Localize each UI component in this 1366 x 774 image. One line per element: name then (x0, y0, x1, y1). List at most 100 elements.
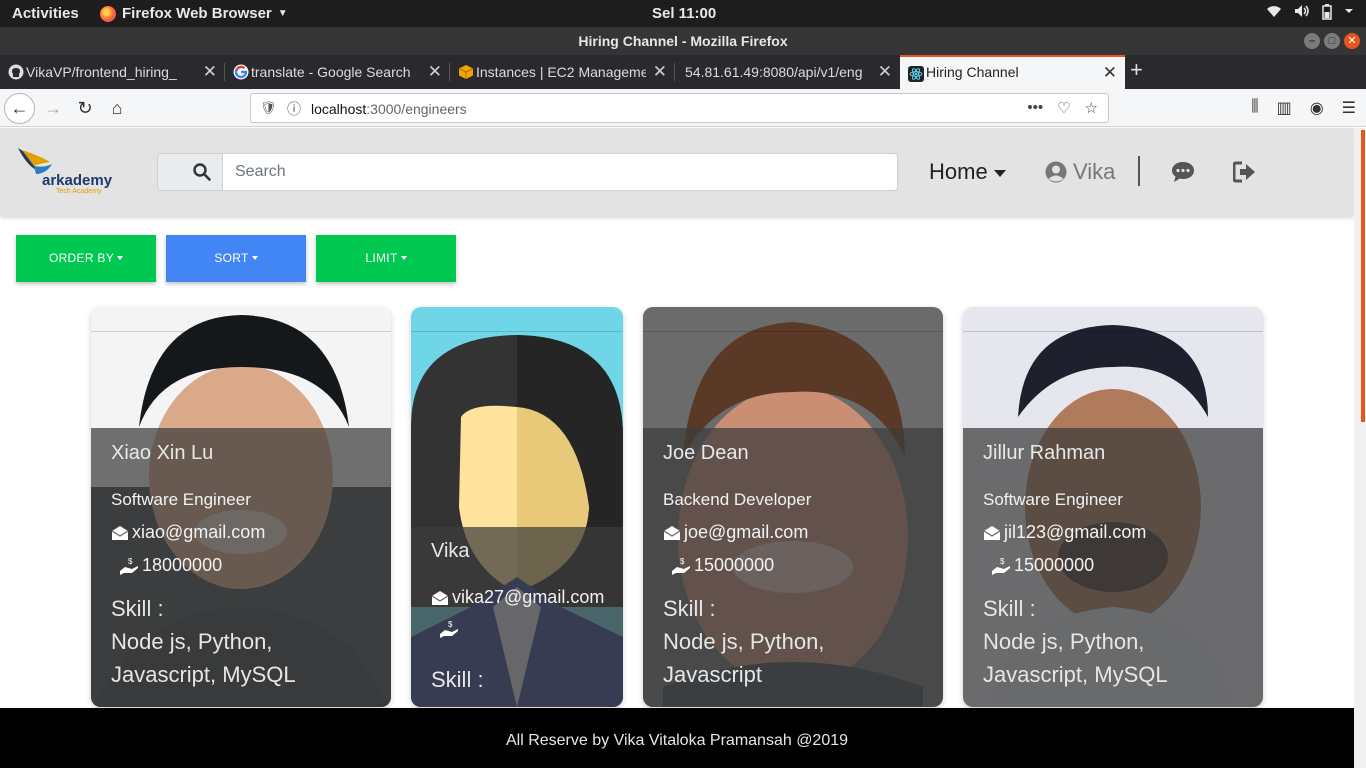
engineer-salary: 18000000 (142, 555, 223, 575)
pocket-icon[interactable]: ♡ (1057, 99, 1070, 117)
maximize-button[interactable]: □ (1324, 33, 1340, 49)
tab-strip: VikaVP/frontend_hiring_ ✕ translate - Go… (0, 55, 1366, 89)
brand-name: arkademy (42, 172, 113, 189)
svg-text:$: $ (1000, 557, 1005, 566)
page-actions-icon[interactable]: ••• (1027, 99, 1043, 117)
close-tab-icon[interactable]: ✕ (428, 55, 442, 89)
app-menu-label: Firefox Web Browser (122, 5, 272, 22)
engineer-salary-row: $ 18000000 (119, 555, 222, 576)
engineer-skills: Node js, Python, Javascript, MySQL (111, 629, 296, 687)
engineer-role: Software Engineer (111, 490, 251, 509)
react-icon (908, 66, 924, 82)
wifi-icon (1267, 6, 1281, 17)
site-info-icon[interactable]: ⓘ (287, 99, 301, 119)
system-top-bar: Activities Firefox Web Browser ▼ Sel 11:… (0, 0, 1366, 27)
search-button[interactable] (158, 154, 223, 190)
engineer-salary-row: $ 15000000 (671, 555, 774, 576)
forward-button[interactable]: → (42, 97, 64, 119)
volume-icon (1295, 5, 1309, 17)
back-button[interactable]: ← (4, 93, 35, 124)
search-icon (193, 163, 211, 181)
header-divider (1138, 156, 1140, 186)
envelope-open-icon (663, 525, 681, 540)
tab-ec2[interactable]: Instances | EC2 Management ✕ (450, 55, 675, 89)
engineer-email-row: joe@gmail.com (663, 522, 808, 543)
library-icon[interactable]: ⫼ (1251, 98, 1258, 118)
envelope-open-icon (431, 590, 449, 605)
chevron-down-icon: ▼ (277, 8, 288, 19)
logout-icon[interactable] (1233, 161, 1257, 183)
tab-github[interactable]: VikaVP/frontend_hiring_ ✕ (0, 55, 225, 89)
engineer-email-row: xiao@gmail.com (111, 522, 265, 543)
minimize-button[interactable]: – (1304, 33, 1320, 49)
brand-subtitle: Tech Academy (56, 188, 102, 195)
chat-icon[interactable] (1171, 161, 1195, 183)
bookmark-star-icon[interactable]: ☆ (1085, 99, 1098, 117)
engineer-email: joe@gmail.com (684, 522, 809, 542)
engineer-card[interactable]: Vika vika27@gmail.com $ Skill : (411, 307, 623, 707)
reload-button[interactable]: ↻ (74, 97, 96, 119)
account-icon[interactable]: ◉ (1310, 98, 1324, 118)
order-by-button[interactable]: ORDER BY (16, 235, 156, 282)
system-menu-icon (1345, 9, 1353, 13)
caret-down-icon (993, 169, 1006, 177)
skill-label: Skill : (431, 667, 484, 692)
caret-down-icon (251, 255, 258, 260)
tab-label: translate - Google Search (251, 64, 411, 80)
engineer-email: jil123@gmail.com (1004, 522, 1147, 542)
hand-money-icon: $ (672, 557, 690, 575)
engineer-card[interactable]: Jillur Rahman Software Engineer jil123@g… (963, 307, 1263, 707)
address-bar[interactable]: 🛡 ⓘ localhost:3000/engineers ••• ♡ ☆ (250, 93, 1109, 123)
sidebar-icon[interactable]: ▥ (1277, 98, 1292, 118)
engineer-email-row: jil123@gmail.com (983, 522, 1146, 543)
engineer-salary: 15000000 (1014, 555, 1095, 575)
engineer-card[interactable]: Joe Dean Backend Developer joe@gmail.com… (643, 307, 943, 707)
caret-down-icon (117, 255, 124, 260)
user-profile-link[interactable]: Vika (1045, 159, 1115, 185)
tab-google[interactable]: translate - Google Search ✕ (225, 55, 450, 89)
engineer-role: Backend Developer (663, 490, 812, 509)
close-tab-icon[interactable]: ✕ (203, 55, 217, 89)
engineer-name[interactable]: Joe Dean (663, 442, 749, 465)
engineer-card[interactable]: Xiao Xin Lu Software Engineer xiao@gmail… (91, 307, 391, 707)
system-tray[interactable] (1266, 4, 1354, 20)
tracking-shield-icon[interactable]: 🛡 (260, 100, 277, 116)
engineer-email-row: vika27@gmail.com (431, 587, 604, 608)
new-tab-button[interactable]: + (1130, 57, 1143, 83)
close-tab-icon[interactable]: ✕ (653, 55, 667, 89)
engineer-salary-row: $ (439, 620, 462, 638)
tab-hiring-channel[interactable]: Hiring Channel ✕ (900, 55, 1125, 89)
sort-button[interactable]: SORT (166, 235, 306, 282)
tab-label: Instances | EC2 Management (476, 64, 646, 80)
engineer-salary-row: $ 15000000 (991, 555, 1094, 576)
scrollbar-thumb[interactable] (1361, 130, 1365, 422)
arkademy-logo[interactable]: arkademy Tech Academy (16, 146, 128, 198)
close-tab-icon[interactable]: ✕ (878, 55, 892, 89)
close-window-button[interactable]: ✕ (1344, 33, 1360, 49)
search-input[interactable] (223, 154, 897, 190)
app-menu[interactable]: Firefox Web Browser ▼ (100, 5, 288, 22)
home-dropdown[interactable]: Home (929, 159, 1006, 185)
user-name: Vika (1073, 159, 1116, 184)
engineer-name[interactable]: Jillur Rahman (983, 442, 1105, 465)
tab-label: Hiring Channel (926, 64, 1019, 80)
page-footer: All Reserve by Vika Vitaloka Pramansah @… (0, 708, 1354, 768)
battery-icon (1322, 4, 1332, 20)
home-button[interactable]: ⌂ (106, 97, 128, 119)
close-tab-icon[interactable]: ✕ (1103, 57, 1117, 88)
engineer-email: xiao@gmail.com (132, 522, 266, 542)
activities-button[interactable]: Activities (12, 5, 79, 22)
hamburger-menu-icon[interactable]: ☰ (1342, 98, 1356, 118)
engineer-name[interactable]: Vika (431, 540, 470, 563)
clock[interactable]: Sel 11:00 (652, 5, 716, 22)
tab-label: 54.81.61.49:8080/api/v1/eng (685, 64, 863, 80)
engineer-name[interactable]: Xiao Xin Lu (111, 442, 213, 465)
tab-api[interactable]: 54.81.61.49:8080/api/v1/eng ✕ (675, 55, 900, 89)
skill-label: Skill : (983, 596, 1036, 621)
svg-text:$: $ (680, 557, 685, 566)
page-scrollbar[interactable] (1354, 128, 1366, 768)
limit-button[interactable]: LIMIT (316, 235, 456, 282)
skill-label: Skill : (663, 596, 716, 621)
envelope-open-icon (111, 525, 129, 540)
url-text[interactable]: localhost:3000/engineers (311, 101, 467, 117)
